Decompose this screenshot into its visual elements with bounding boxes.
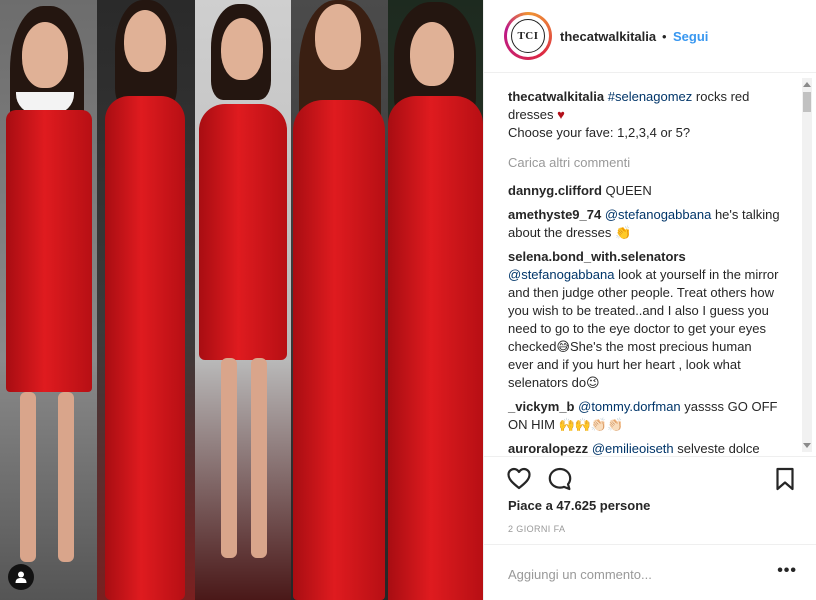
heart-emoji-icon: ♥ bbox=[557, 107, 565, 122]
comment-item: _vickym_b @tommy.dorfman yassss GO OFF O… bbox=[508, 398, 780, 434]
photo-panel-5 bbox=[388, 0, 483, 600]
comment-mention[interactable]: @stefanogabbana bbox=[605, 207, 711, 222]
speech-bubble-icon[interactable] bbox=[547, 466, 573, 492]
photo-panel-2 bbox=[97, 0, 195, 600]
more-options-icon[interactable]: ••• bbox=[777, 562, 797, 580]
photo-panel-1 bbox=[0, 0, 97, 600]
heart-outline-icon[interactable] bbox=[506, 466, 532, 492]
post-image[interactable] bbox=[0, 0, 483, 600]
comment-item: amethyste9_74 @stefanogabbana he's talki… bbox=[508, 206, 780, 242]
comments-scrollbar[interactable] bbox=[802, 78, 812, 452]
comment-text: QUEEN bbox=[605, 183, 652, 198]
comment-mention[interactable]: @stefanogabbana bbox=[508, 267, 614, 282]
comments-list[interactable]: thecatwalkitalia #selenagomez rocks red … bbox=[484, 74, 816, 456]
photo-panel-4 bbox=[291, 0, 388, 600]
scroll-thumb[interactable] bbox=[803, 92, 811, 112]
comment-username[interactable]: selena.bond_with.selenators bbox=[508, 249, 686, 264]
caption-username[interactable]: thecatwalkitalia bbox=[508, 89, 604, 104]
comment-item: dannyg.clifford QUEEN bbox=[508, 182, 780, 200]
comment-input[interactable] bbox=[508, 564, 768, 584]
comment-mention[interactable]: @emilieoiseth bbox=[592, 441, 674, 456]
comment-text: selveste dolce bbox=[677, 441, 760, 456]
photo-panel-3 bbox=[195, 0, 291, 600]
add-comment-section: ••• bbox=[484, 544, 816, 600]
post-sidebar: TCI thecatwalkitalia • Segui thecatwalki… bbox=[483, 0, 816, 600]
post-timestamp[interactable]: 2 GIORNI FA bbox=[508, 524, 565, 534]
follow-button[interactable]: Segui bbox=[673, 29, 708, 44]
avatar[interactable]: TCI bbox=[504, 12, 552, 60]
header-separator: • bbox=[662, 29, 667, 44]
avatar-logo: TCI bbox=[511, 19, 545, 53]
post-header: TCI thecatwalkitalia • Segui bbox=[484, 0, 816, 73]
comment-item: auroralopezz @emilieoiseth selveste dolc… bbox=[508, 440, 780, 456]
caption: thecatwalkitalia #selenagomez rocks red … bbox=[508, 88, 780, 142]
likes-count[interactable]: Piace a 47.625 persone bbox=[508, 498, 650, 513]
comment-username[interactable]: auroralopezz bbox=[508, 441, 588, 456]
user-tag-icon[interactable] bbox=[8, 564, 34, 590]
comment-username[interactable]: dannyg.clifford bbox=[508, 183, 602, 198]
bookmark-icon[interactable] bbox=[772, 466, 798, 492]
header-username[interactable]: thecatwalkitalia bbox=[560, 29, 656, 44]
comment-username[interactable]: amethyste9_74 bbox=[508, 207, 601, 222]
caption-question: Choose your fave: 1,2,3,4 or 5? bbox=[508, 125, 691, 140]
comment-item: selena.bond_with.selenators @stefanogabb… bbox=[508, 248, 780, 392]
comment-text: look at yourself in the mirror and then … bbox=[508, 267, 779, 390]
comment-username[interactable]: _vickym_b bbox=[508, 399, 575, 414]
load-more-comments-button[interactable]: Carica altri commenti bbox=[508, 154, 780, 172]
scroll-up-arrow-icon[interactable] bbox=[803, 82, 811, 87]
comment-mention[interactable]: @tommy.dorfman bbox=[578, 399, 681, 414]
caption-hashtag[interactable]: #selenagomez bbox=[608, 89, 693, 104]
scroll-down-arrow-icon[interactable] bbox=[803, 443, 811, 448]
